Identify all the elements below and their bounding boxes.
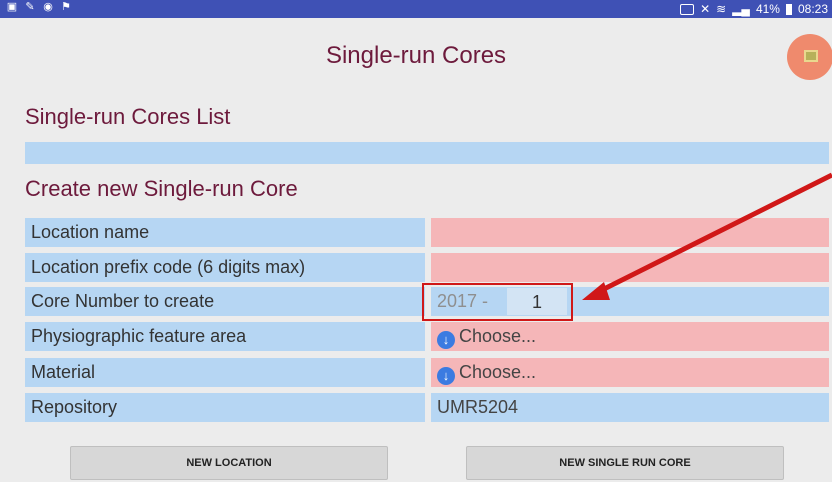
app-title: Single-run Cores bbox=[325, 42, 507, 69]
arrow-down-circle-icon: ↓ bbox=[437, 331, 455, 349]
flag-icon: ⚑ bbox=[61, 1, 71, 13]
repository-value: UMR5204 bbox=[431, 393, 829, 422]
battery-percent: 41% bbox=[755, 2, 780, 16]
gallery-icon: ▣ bbox=[6, 1, 18, 13]
annotation-highlight-box bbox=[422, 283, 573, 321]
core-number-label: Core Number to create bbox=[25, 287, 425, 316]
material-select[interactable]: ↓ Choose... bbox=[431, 358, 829, 387]
repository-label: Repository bbox=[25, 393, 425, 422]
signal-icon: ▂▄ bbox=[732, 2, 750, 16]
grid-tile-icon bbox=[804, 50, 818, 62]
clock: 08:23 bbox=[797, 2, 828, 16]
globe-icon: ◉ bbox=[43, 1, 53, 13]
prefix-row: Location prefix code (6 digits max) bbox=[25, 253, 829, 282]
nfc-icon bbox=[680, 3, 695, 15]
prefix-label: Location prefix code (6 digits max) bbox=[25, 253, 425, 282]
wrench-icon: ✎ bbox=[25, 1, 35, 13]
physio-select[interactable]: ↓ Choose... bbox=[431, 322, 829, 351]
status-icons-left: ▣ ✎ ◉ ⚑ bbox=[6, 1, 72, 13]
battery-icon bbox=[785, 3, 792, 15]
repository-row: Repository UMR5204 bbox=[25, 393, 829, 422]
location-name-row: Location name bbox=[25, 218, 829, 247]
prefix-input[interactable] bbox=[431, 253, 829, 282]
physio-label: Physiographic feature area bbox=[25, 322, 425, 351]
location-name-input[interactable] bbox=[431, 218, 829, 247]
arrow-down-circle-icon: ↓ bbox=[437, 367, 455, 385]
material-select-value: Choose... bbox=[459, 362, 537, 382]
status-icons-right: ✕ ≋ ▂▄ 41% 08:23 bbox=[680, 2, 828, 16]
location-name-label: Location name bbox=[25, 218, 425, 247]
mute-icon: ✕ bbox=[700, 2, 711, 16]
list-section-title: Single-run Cores List bbox=[25, 104, 231, 129]
new-single-run-core-button[interactable]: NEW SINGLE RUN CORE bbox=[466, 446, 784, 480]
new-location-button[interactable]: NEW LOCATION bbox=[70, 446, 388, 480]
physio-row: Physiographic feature area ↓ Choose... bbox=[25, 322, 829, 351]
status-bar: ▣ ✎ ◉ ⚑ ✕ ≋ ▂▄ 41% 08:23 bbox=[0, 0, 832, 18]
material-label: Material bbox=[25, 358, 425, 387]
create-section-title: Create new Single-run Core bbox=[25, 176, 298, 201]
corner-action-button[interactable] bbox=[787, 34, 832, 80]
wifi-icon: ≋ bbox=[716, 2, 727, 16]
material-row: Material ↓ Choose... bbox=[25, 358, 829, 387]
physio-select-value: Choose... bbox=[459, 326, 537, 346]
cores-list[interactable] bbox=[25, 142, 829, 164]
